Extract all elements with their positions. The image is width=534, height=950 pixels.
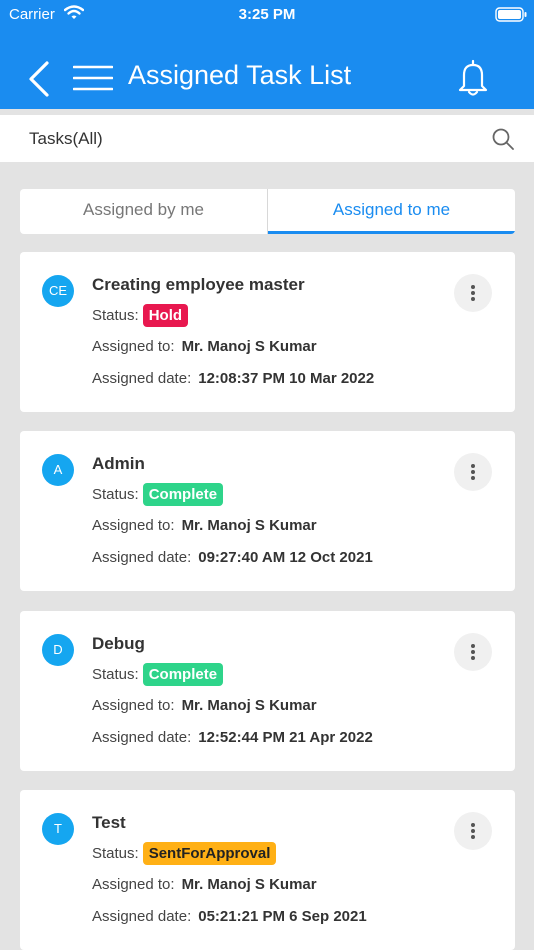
assigned-to-label: Assigned to: [92, 697, 175, 714]
more-options-button[interactable] [454, 812, 492, 850]
more-vertical-icon [471, 644, 475, 648]
status-bar: Carrier 3:25 PM [0, 0, 534, 30]
battery-icon [495, 7, 527, 27]
tab-assigned-to-me[interactable]: Assigned to me [268, 189, 515, 234]
status-time: 3:25 PM [238, 6, 296, 23]
more-vertical-icon [471, 829, 475, 833]
assigned-to-row: Assigned to: Mr. Manoj S Kumar [92, 338, 317, 355]
task-card[interactable]: A Admin Status: Complete Assigned to: Mr. … [20, 431, 515, 591]
assigned-date-label: Assigned date: [92, 729, 192, 746]
task-card[interactable]: CE Creating employee master Status: Hold … [20, 252, 515, 412]
hamburger-icon [72, 65, 114, 91]
more-vertical-icon [471, 291, 475, 295]
assigned-to-row: Assigned to: Mr. Manoj S Kumar [92, 697, 317, 714]
task-title: Admin [92, 454, 145, 473]
assigned-date-row: Assigned date: 12:52:44 PM 21 Apr 2022 [92, 729, 373, 746]
status-badge: Hold [142, 304, 189, 327]
chevron-left-icon [29, 61, 49, 97]
more-vertical-icon [471, 285, 475, 289]
assigned-date-row: Assigned date: 05:21:21 PM 6 Sep 2021 [92, 908, 367, 925]
assigned-date-value: 12:52:44 PM 21 Apr 2022 [198, 729, 373, 746]
notifications-button[interactable] [456, 58, 490, 98]
bell-icon [458, 59, 488, 96]
status-row: Status: Hold [92, 304, 189, 328]
assigned-to-value: Mr. Manoj S Kumar [181, 338, 317, 355]
assigned-date-row: Assigned date: 09:27:40 AM 12 Oct 2021 [92, 549, 373, 566]
avatar: A [42, 454, 74, 486]
assigned-to-label: Assigned to: [92, 517, 175, 534]
tab-bar: Assigned by me Assigned to me [20, 189, 515, 234]
more-vertical-icon [471, 476, 475, 480]
more-vertical-icon [471, 835, 475, 839]
more-vertical-icon [471, 297, 475, 301]
status-row: Status: SentForApproval [92, 842, 277, 866]
assigned-date-label: Assigned date: [92, 549, 192, 566]
status-label: Status: [92, 845, 139, 862]
avatar: CE [42, 275, 74, 307]
task-filter-label: Tasks(All) [29, 129, 103, 148]
more-options-button[interactable] [454, 274, 492, 312]
avatar: T [42, 813, 74, 845]
status-label: Status: [92, 666, 139, 683]
status-badge: Complete [142, 663, 224, 686]
tab-assigned-by-me[interactable]: Assigned by me [20, 189, 268, 234]
page-title: Assigned Task List [128, 60, 352, 90]
task-card[interactable]: T Test Status: SentForApproval Assigned t… [20, 790, 515, 950]
more-options-button[interactable] [454, 453, 492, 491]
assigned-date-value: 09:27:40 AM 12 Oct 2021 [198, 549, 373, 566]
assigned-to-value: Mr. Manoj S Kumar [181, 697, 317, 714]
status-label: Status: [92, 307, 139, 324]
status-badge: SentForApproval [142, 842, 277, 865]
task-title: Test [92, 813, 126, 832]
more-vertical-icon [471, 470, 475, 474]
more-vertical-icon [471, 464, 475, 468]
back-button[interactable] [26, 60, 54, 98]
app-header: Carrier 3:25 PM Assigned Task List [0, 0, 534, 109]
more-vertical-icon [471, 656, 475, 660]
status-row: Status: Complete [92, 483, 224, 507]
status-badge: Complete [142, 483, 224, 506]
assigned-to-label: Assigned to: [92, 338, 175, 355]
assigned-date-label: Assigned date: [92, 370, 192, 387]
assigned-date-label: Assigned date: [92, 908, 192, 925]
search-bar[interactable]: Tasks(All) [0, 115, 534, 162]
status-label: Status: [92, 486, 139, 503]
task-card[interactable]: D Debug Status: Complete Assigned to: Mr. … [20, 611, 515, 771]
assigned-to-value: Mr. Manoj S Kumar [181, 517, 317, 534]
assigned-date-value: 12:08:37 PM 10 Mar 2022 [198, 370, 375, 387]
avatar: D [42, 634, 74, 666]
more-options-button[interactable] [454, 633, 492, 671]
assigned-to-row: Assigned to: Mr. Manoj S Kumar [92, 517, 317, 534]
assigned-to-row: Assigned to: Mr. Manoj S Kumar [92, 876, 317, 893]
search-icon[interactable] [491, 127, 515, 156]
assigned-to-value: Mr. Manoj S Kumar [181, 876, 317, 893]
assigned-date-row: Assigned date: 12:08:37 PM 10 Mar 2022 [92, 370, 374, 387]
more-vertical-icon [471, 823, 475, 827]
menu-button[interactable] [72, 64, 114, 92]
assigned-to-label: Assigned to: [92, 876, 175, 893]
more-vertical-icon [471, 650, 475, 654]
task-title: Debug [92, 634, 145, 653]
status-row: Status: Complete [92, 663, 224, 687]
assigned-date-value: 05:21:21 PM 6 Sep 2021 [198, 908, 367, 925]
task-title: Creating employee master [92, 275, 305, 294]
